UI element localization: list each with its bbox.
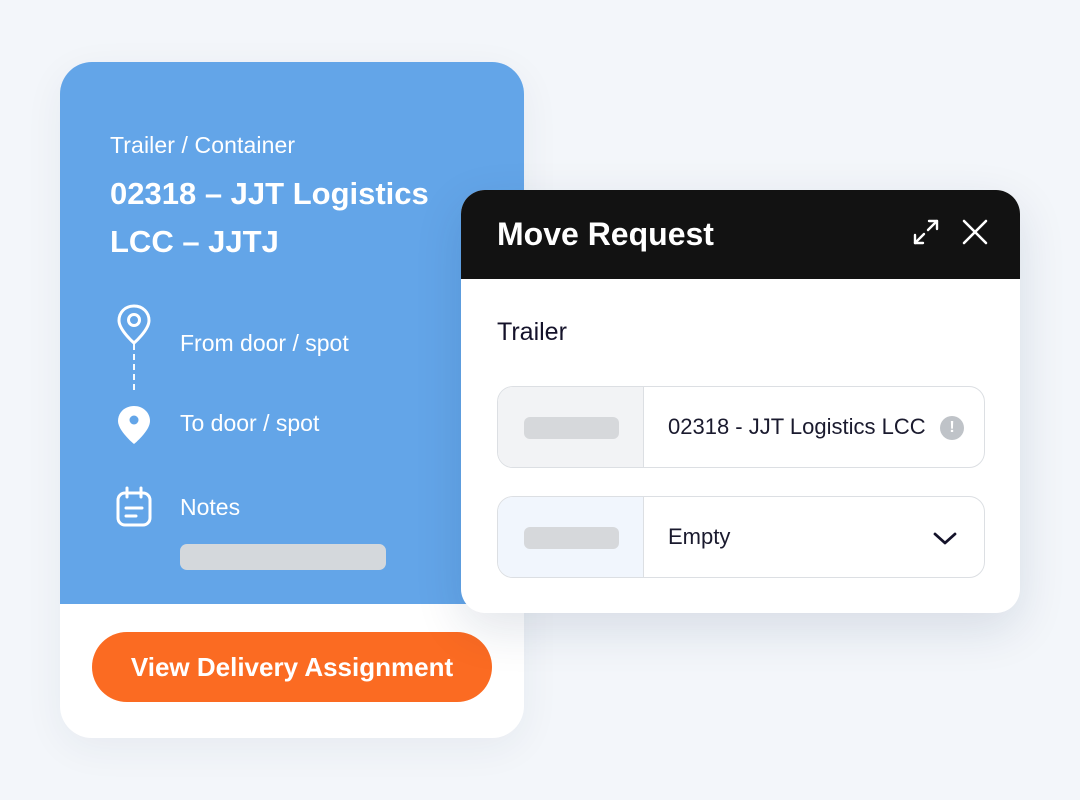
trailer-field[interactable]: 02318 - JJT Logistics LCC ! [497,386,985,468]
modal-header: Move Request [461,190,1020,279]
status-select[interactable]: Empty [497,496,985,578]
notes-placeholder-bar [180,544,386,570]
trailer-section-label: Trailer [497,318,567,346]
trailer-field-prefix [498,387,644,467]
status-selected-value: Empty [668,524,731,549]
expand-icon [911,217,941,252]
close-button[interactable] [958,217,992,251]
to-door-label: To door / spot [180,410,320,436]
chevron-down-icon[interactable] [932,527,958,549]
route-connector [133,344,135,390]
close-icon [961,218,989,251]
location-pin-filled-icon [116,404,152,451]
view-delivery-assignment-button[interactable]: View Delivery Assignment [92,632,492,702]
prefix-placeholder-pill [524,527,619,549]
info-icon: ! [940,416,964,440]
trailer-eyebrow-label: Trailer / Container [110,132,296,158]
status-field-prefix [498,497,644,577]
trailer-field-value: 02318 - JJT Logistics LCC [668,414,926,439]
modal-title: Move Request [497,216,714,252]
expand-button[interactable] [909,217,943,251]
stage: Trailer / Container 02318 – JJT Logistic… [0,0,1080,800]
from-door-label: From door / spot [180,330,349,356]
trailer-title: 02318 – JJT Logistics LCC – JJTJ [110,176,429,259]
trailer-card: Trailer / Container 02318 – JJT Logistic… [60,62,524,738]
notes-icon [115,486,153,533]
trailer-card-header: Trailer / Container 02318 – JJT Logistic… [60,62,524,604]
notes-label: Notes [180,494,241,520]
move-request-modal: Move Request Trailer 02318 - JJT Logisti… [461,190,1020,613]
prefix-placeholder-pill [524,417,619,439]
